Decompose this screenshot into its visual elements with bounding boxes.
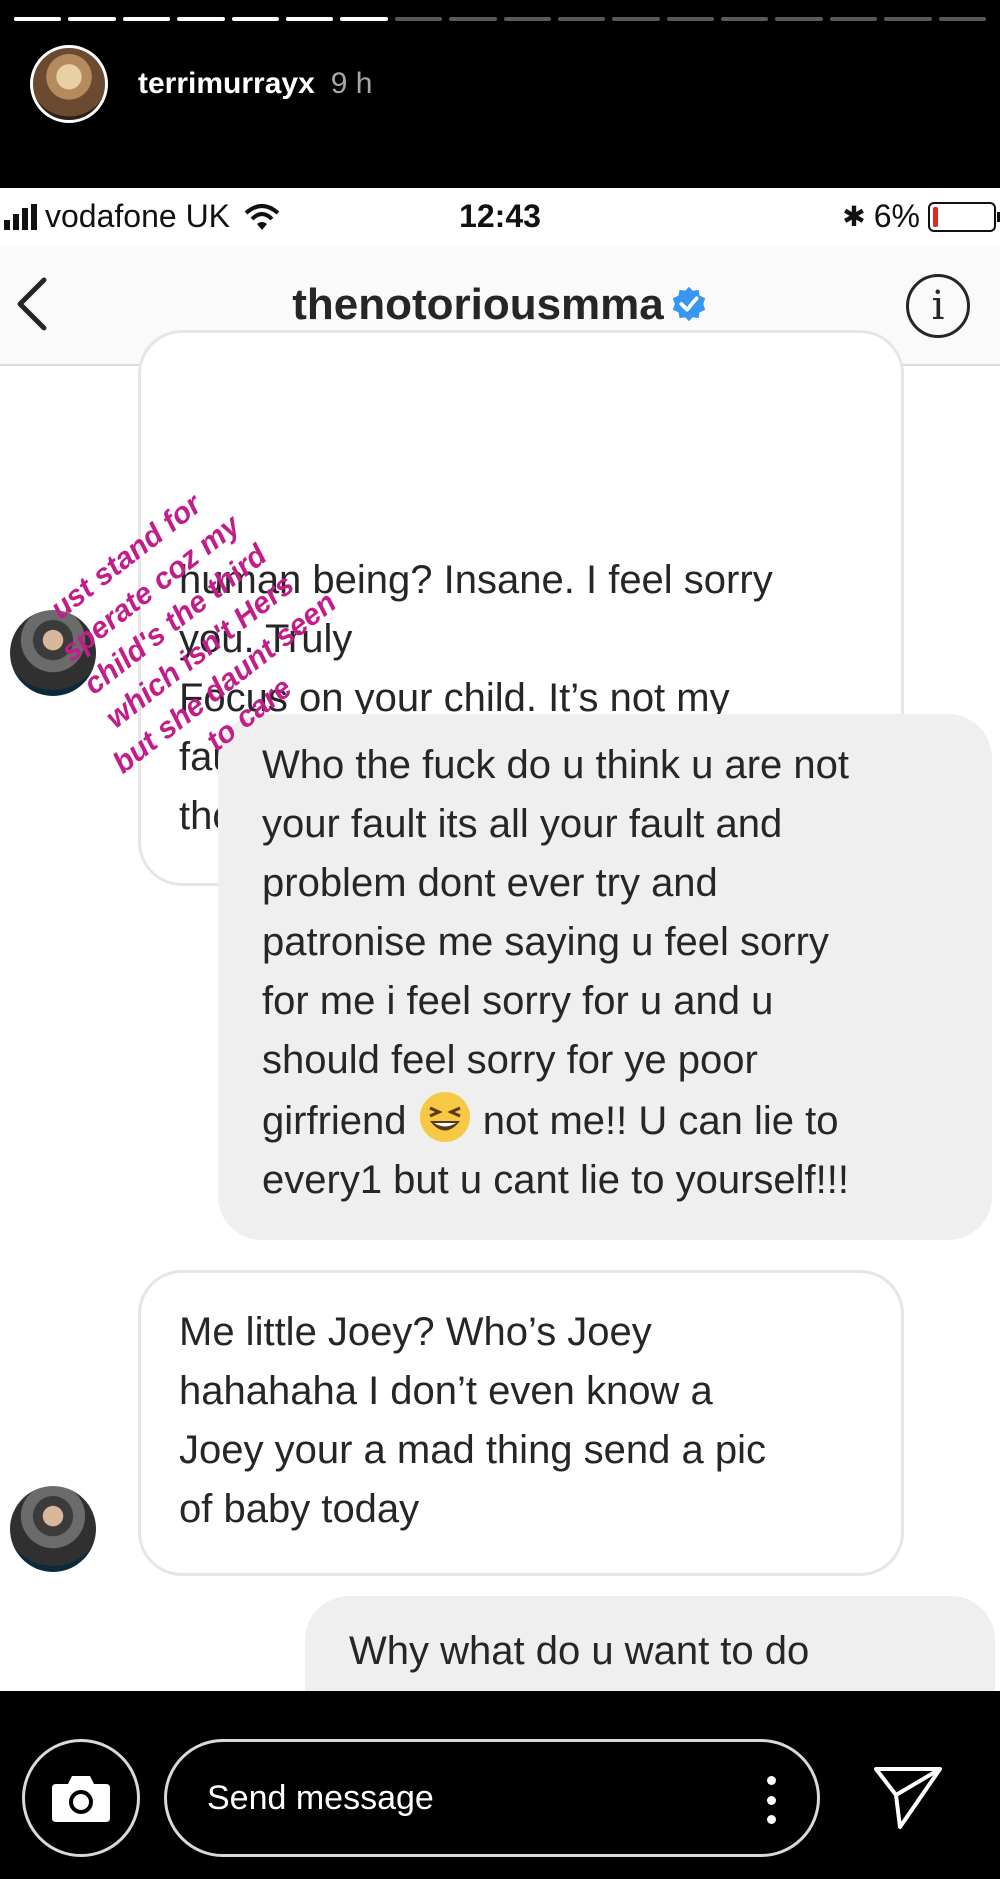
camera-button[interactable] bbox=[22, 1739, 140, 1857]
verified-badge-icon bbox=[672, 286, 705, 322]
message-incoming: Me little Joey? Who’s Joey hahahaha I do… bbox=[138, 1270, 904, 1576]
grinning-squinting-face-emoji bbox=[419, 1092, 470, 1142]
story-progress-segment bbox=[829, 17, 878, 21]
conversation-username: thenotoriousmma bbox=[292, 280, 664, 329]
story-header: terrimurrayx 9 h bbox=[30, 44, 372, 124]
story-progress-segment bbox=[503, 17, 551, 21]
send-message-input[interactable]: Send message bbox=[164, 1739, 820, 1857]
send-message-placeholder: Send message bbox=[207, 1778, 434, 1817]
sender-avatar[interactable] bbox=[10, 610, 96, 696]
story-reply-bar: Send message bbox=[0, 1691, 1000, 1879]
story-progress-segment bbox=[285, 17, 334, 21]
story-progress-bar bbox=[14, 17, 987, 21]
info-icon[interactable]: i bbox=[906, 274, 970, 338]
story-progress-segment bbox=[721, 17, 769, 21]
message-text: Me little Joey? Who’s Joey hahahaha I do… bbox=[179, 1310, 767, 1531]
story-progress-segment bbox=[884, 17, 932, 21]
message-outgoing: Why what do u want to do bbox=[305, 1596, 995, 1691]
story-username[interactable]: terrimurrayx bbox=[138, 67, 315, 101]
battery-percent: 6% bbox=[873, 198, 920, 234]
story-progress-segment bbox=[557, 17, 606, 21]
story-progress-segment bbox=[775, 17, 823, 21]
story-progress-segment bbox=[938, 17, 987, 21]
camera-icon bbox=[52, 1776, 110, 1822]
story-progress-segment bbox=[340, 17, 388, 21]
story-progress-segment bbox=[394, 17, 443, 21]
message-text: Why what do u want to do bbox=[349, 1629, 810, 1673]
dm-screenshot: vodafone UK 12:43 ✱ 6% thenotoriousmma i bbox=[0, 188, 1000, 1691]
story-progress-segment bbox=[231, 17, 279, 21]
story-progress-segment bbox=[14, 17, 62, 21]
status-bar: vodafone UK 12:43 ✱ 6% bbox=[0, 188, 1000, 246]
story-progress-segment bbox=[122, 17, 171, 21]
battery-icon bbox=[928, 201, 1000, 232]
story-progress-segment bbox=[666, 17, 715, 21]
bluetooth-icon: ✱ bbox=[842, 201, 866, 232]
story-progress-segment bbox=[612, 17, 660, 21]
story-progress-segment bbox=[449, 17, 497, 21]
conversation-title[interactable]: thenotoriousmma bbox=[0, 280, 1000, 330]
sender-avatar[interactable] bbox=[10, 1486, 96, 1572]
story-timestamp: 9 h bbox=[330, 67, 373, 100]
message-outgoing: Who the fuck do u think u are not your f… bbox=[218, 714, 992, 1240]
story-progress-segment bbox=[177, 17, 225, 21]
story-avatar[interactable] bbox=[30, 45, 108, 123]
message-text: Who the fuck do u think u are not your f… bbox=[262, 743, 850, 1202]
more-vertical-icon[interactable] bbox=[765, 1776, 777, 1824]
story-progress-segment bbox=[68, 17, 116, 21]
direct-send-icon[interactable] bbox=[872, 1761, 944, 1833]
